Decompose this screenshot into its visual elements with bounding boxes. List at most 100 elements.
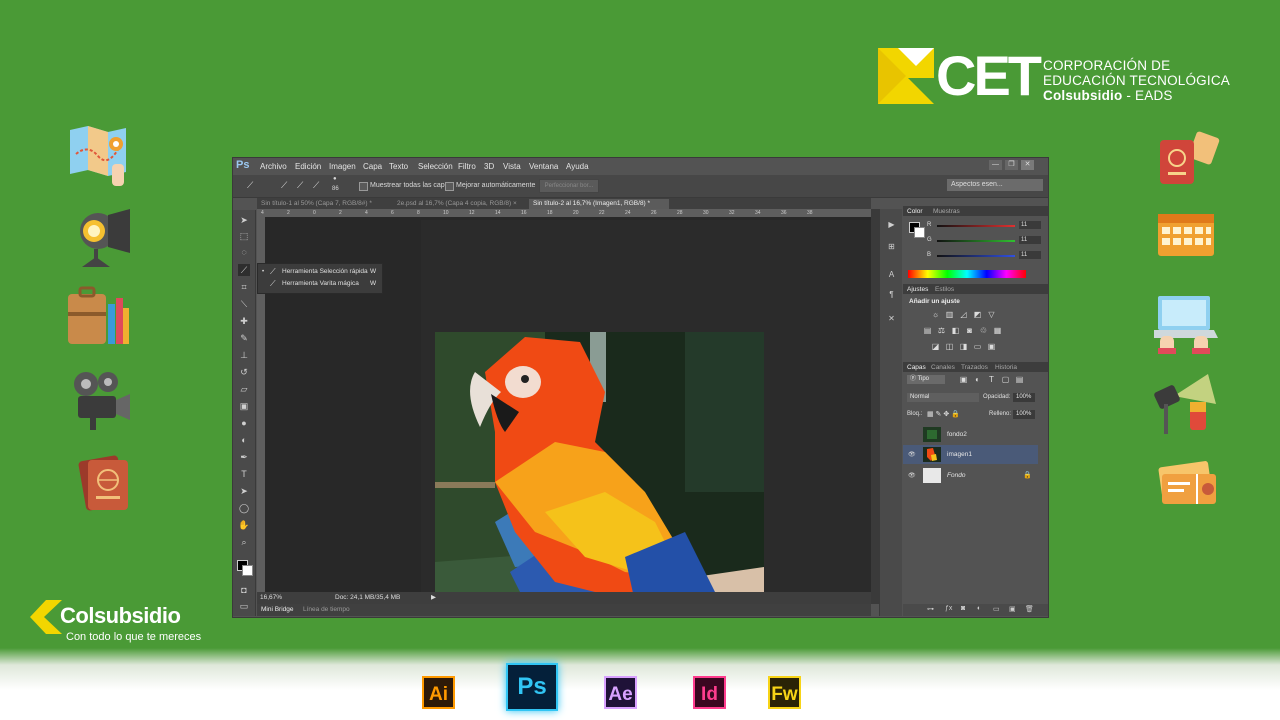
canvas-area[interactable]: Herramienta Selección rápida W Herramien… (257, 217, 871, 602)
menu-ayuda[interactable]: Ayuda (566, 162, 589, 171)
type-tool-icon[interactable]: T (238, 468, 250, 480)
paragraph-icon[interactable]: ¶ (886, 289, 897, 300)
illustrator-icon[interactable]: Ai (422, 676, 455, 709)
menu-capa[interactable]: Capa (363, 162, 382, 171)
adjustment-layer-icon[interactable]: ◐ (977, 605, 981, 612)
healing-brush-tool-icon[interactable]: ✚ (238, 315, 250, 327)
history-icon[interactable]: ⊞ (886, 241, 897, 252)
screen-mode-icon[interactable]: ▭ (238, 600, 250, 612)
workspace-select[interactable]: Aspectos esen... (947, 179, 1043, 191)
lasso-tool-icon[interactable]: ◌ (238, 246, 250, 258)
menu-vista[interactable]: Vista (503, 162, 521, 171)
after-effects-icon[interactable]: Ae (604, 676, 637, 709)
threshold-icon[interactable]: ◨ (959, 342, 968, 351)
tab-timeline[interactable]: Línea de tiempo (303, 606, 350, 613)
add-selection-icon[interactable]: ⟋ (297, 180, 303, 191)
layer-filter-select[interactable]: ⓟ Tipo (907, 375, 945, 384)
lock-icons[interactable]: ▦ ✎ ✥ 🔒 (927, 410, 960, 418)
brightness-icon[interactable]: ☼ (931, 310, 940, 319)
curves-icon[interactable]: ◿ (959, 310, 968, 319)
filter-adjust-icon[interactable]: ◐ (973, 375, 982, 384)
filter-shape-icon[interactable]: ▢ (1001, 375, 1010, 384)
photoshop-app-icon[interactable]: Ps (506, 663, 558, 711)
status-arrow-icon[interactable]: ▶ (431, 593, 436, 601)
channel-value[interactable]: 11 (1019, 221, 1041, 229)
link-layers-icon[interactable]: ⊶ (927, 605, 934, 613)
trash-icon[interactable]: 🗑 (1025, 605, 1034, 613)
hue-saturation-icon[interactable]: ▤ (923, 326, 932, 335)
doc-tab-active[interactable]: Sin título-2 al 16,7% (Imagen1, RGB/8) * (529, 199, 669, 209)
black-white-icon[interactable]: ◧ (951, 326, 960, 335)
slider-g[interactable]: G 11 (927, 236, 1041, 245)
doc-tab[interactable]: 2e.psd al 16,7% (Capa 4 copia, RGB/8) × (393, 199, 525, 209)
eraser-tool-icon[interactable]: ▱ (238, 383, 250, 395)
group-icon[interactable]: ▭ (993, 605, 1000, 613)
tab-swatches[interactable]: Muestras (933, 207, 960, 216)
subtract-selection-icon[interactable]: ⟋ (313, 180, 319, 191)
flyout-quick-selection[interactable]: Herramienta Selección rápida (282, 268, 368, 275)
quick-mask-icon[interactable]: ◘ (238, 584, 250, 596)
channel-value[interactable]: 11 (1019, 236, 1041, 244)
menu-seleccion[interactable]: Selección (418, 162, 453, 171)
move-tool-icon[interactable]: ➤ (238, 214, 250, 226)
tools-preset-icon[interactable]: ✕ (886, 313, 897, 324)
brush-size-value[interactable]: 86 (332, 186, 339, 192)
indesign-icon[interactable]: Id (693, 676, 726, 709)
slider-b[interactable]: B 11 (927, 251, 1041, 260)
menu-ventana[interactable]: Ventana (529, 162, 558, 171)
play-icon[interactable]: ▶ (886, 219, 897, 230)
tab-channels[interactable]: Canales (931, 363, 955, 372)
refine-edge-button[interactable]: Perfeccionar bor... (539, 179, 599, 193)
history-brush-tool-icon[interactable]: ↺ (238, 366, 250, 378)
filter-type-icon[interactable]: T (987, 375, 996, 384)
clone-stamp-tool-icon[interactable]: ⊥ (238, 349, 250, 361)
menu-imagen[interactable]: Imagen (329, 162, 356, 171)
quick-selection-tool-icon[interactable]: ⟋ (238, 264, 250, 276)
blend-mode-select[interactable]: Normal (907, 393, 979, 402)
invert-icon[interactable]: ◪ (931, 342, 940, 351)
flyout-magic-wand[interactable]: Herramienta Varita mágica (282, 280, 359, 287)
quick-selection-tool-icon[interactable]: ⟋ (247, 180, 253, 191)
menu-edicion[interactable]: Edición (295, 162, 321, 171)
menu-3d[interactable]: 3D (484, 162, 494, 171)
layer-row[interactable]: 👁 Fondo 🔒 (903, 466, 1038, 485)
mask-icon[interactable]: ◙ (961, 605, 965, 612)
shape-tool-icon[interactable]: ◯ (238, 502, 250, 514)
tab-styles[interactable]: Estilos (935, 285, 954, 294)
menu-archivo[interactable]: Archivo (260, 162, 287, 171)
filter-smart-icon[interactable]: ▤ (1015, 375, 1024, 384)
dodge-tool-icon[interactable]: ◐ (238, 434, 250, 446)
brush-tool-icon[interactable]: ✎ (238, 332, 250, 344)
gradient-map-icon[interactable]: ▭ (973, 342, 982, 351)
path-selection-tool-icon[interactable]: ➤ (238, 485, 250, 497)
sample-all-checkbox[interactable] (359, 182, 368, 191)
new-layer-icon[interactable]: ▣ (1009, 605, 1016, 613)
levels-icon[interactable]: ▥ (945, 310, 954, 319)
crop-tool-icon[interactable]: ⌗ (238, 281, 250, 293)
marquee-tool-icon[interactable]: ⬚ (238, 230, 250, 242)
slider-track[interactable] (937, 225, 1015, 227)
auto-enhance-checkbox[interactable] (445, 182, 454, 191)
layer-name[interactable]: fondo2 (947, 431, 967, 438)
minimize-icon[interactable]: — (989, 160, 1002, 170)
color-spectrum[interactable] (908, 270, 1026, 278)
parrot-image[interactable] (435, 332, 764, 602)
eyedropper-tool-icon[interactable]: ⟍ (238, 298, 250, 310)
close-icon[interactable]: ✕ (1021, 160, 1034, 170)
zoom-tool-icon[interactable]: ⌕ (238, 536, 250, 548)
menu-texto[interactable]: Texto (389, 162, 408, 171)
character-icon[interactable]: A (886, 269, 897, 280)
exposure-icon[interactable]: ◩ (973, 310, 982, 319)
vertical-scrollbar[interactable] (871, 209, 879, 604)
layer-name[interactable]: Fondo (947, 472, 965, 479)
opacity-input[interactable]: 100% (1013, 393, 1035, 402)
bg-color-swatch[interactable] (914, 227, 925, 238)
layer-row[interactable]: fondo2 (903, 425, 1038, 444)
visibility-eye-icon[interactable]: 👁 (908, 472, 916, 479)
layer-row-selected[interactable]: 👁 imagen1 (903, 445, 1038, 464)
new-selection-icon[interactable]: ⟋ (281, 180, 287, 191)
tab-layers[interactable]: Capas (907, 363, 926, 372)
tab-history[interactable]: Historia (995, 363, 1017, 372)
doc-size[interactable]: Doc: 24,1 MB/35,4 MB (335, 594, 400, 601)
doc-tab[interactable]: Sin título-1 al 50% (Capa 7, RGB/8#) * (257, 199, 391, 209)
